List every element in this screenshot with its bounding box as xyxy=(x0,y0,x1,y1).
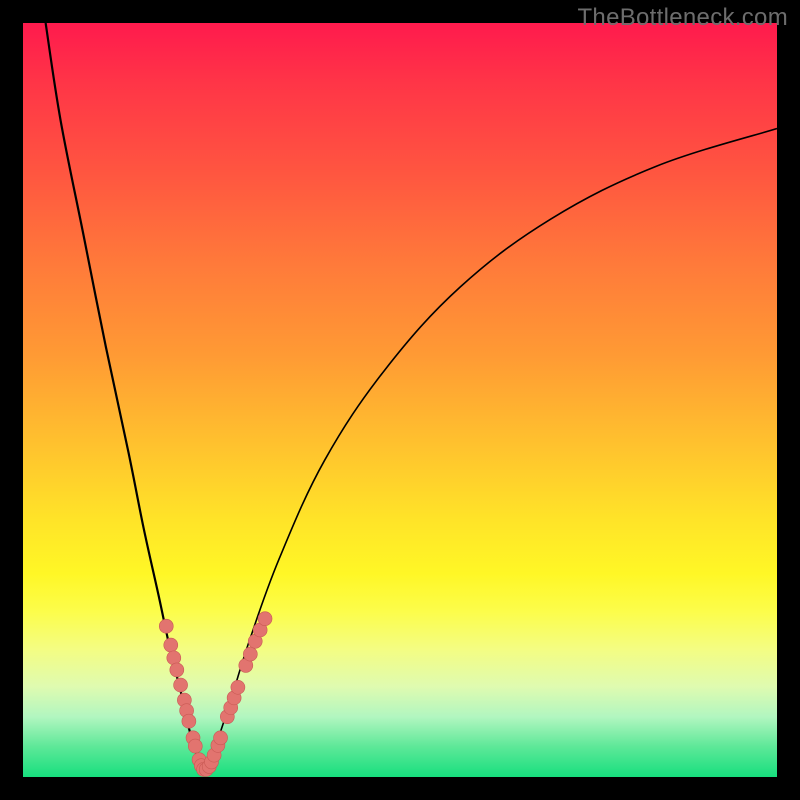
outer-frame: TheBottleneck.com xyxy=(0,0,800,800)
data-marker xyxy=(182,714,196,728)
curve-right xyxy=(205,129,777,771)
data-marker xyxy=(170,663,184,677)
watermark-text: TheBottleneck.com xyxy=(577,4,788,32)
data-marker xyxy=(174,678,188,692)
data-marker xyxy=(214,731,228,745)
plot-area xyxy=(23,23,777,777)
chart-svg xyxy=(23,23,777,777)
data-marker xyxy=(188,739,202,753)
data-marker xyxy=(231,680,245,694)
data-marker xyxy=(159,619,173,633)
data-marker xyxy=(164,638,178,652)
data-marker xyxy=(258,612,272,626)
data-markers xyxy=(159,612,272,777)
data-marker xyxy=(243,647,257,661)
data-marker xyxy=(167,651,181,665)
